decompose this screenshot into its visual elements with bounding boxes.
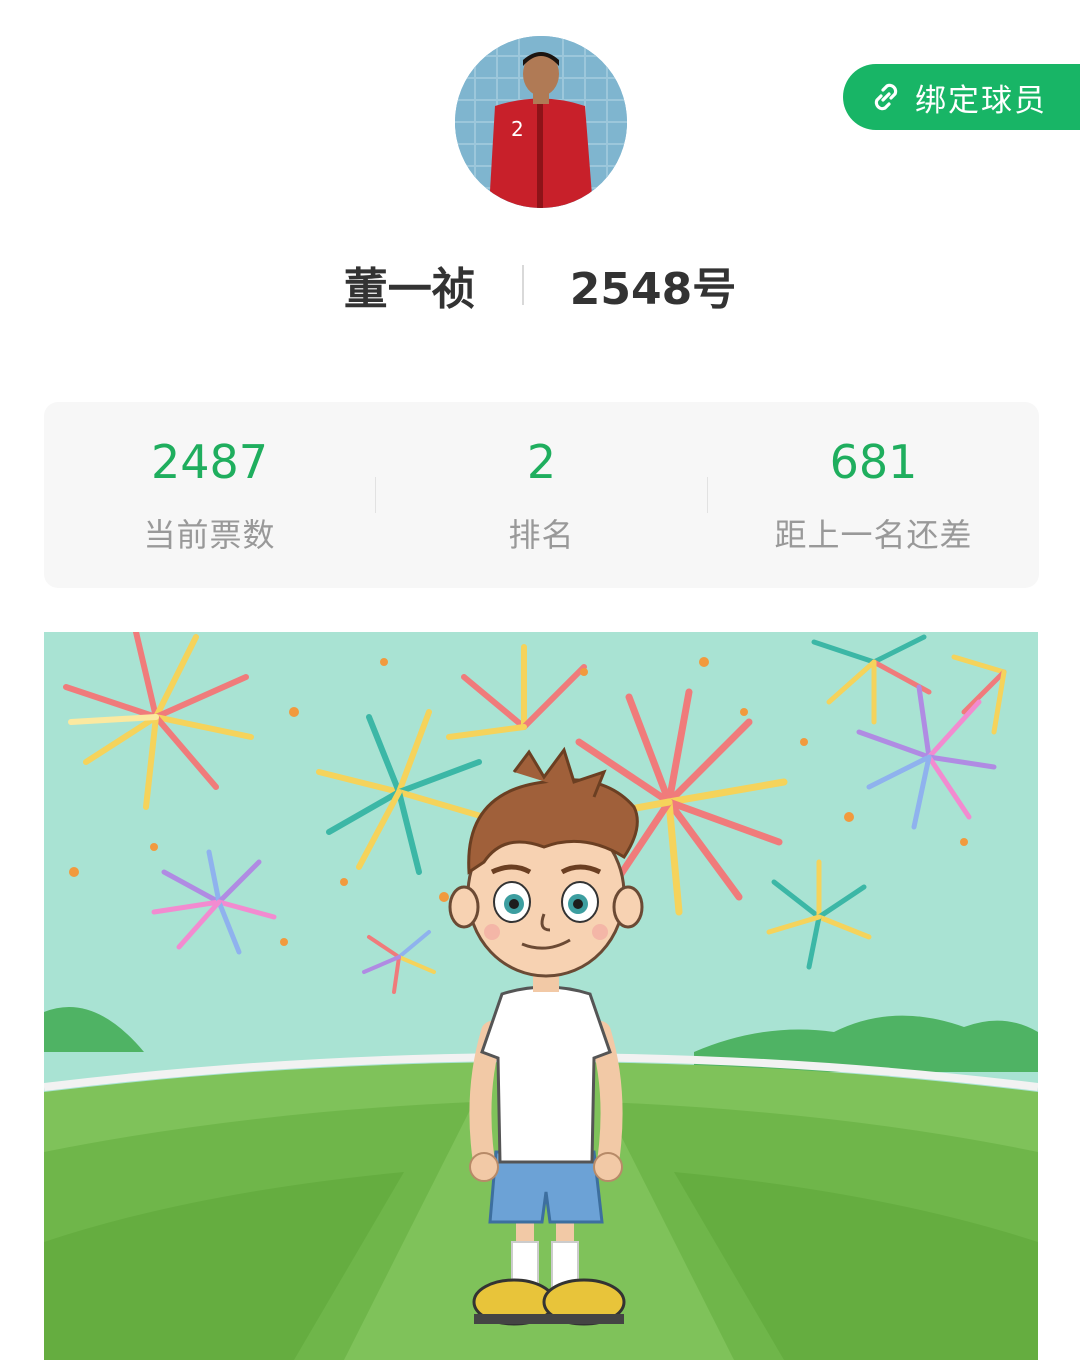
link-icon [874, 83, 898, 111]
stat-current-votes: 2487 当前票数 [44, 402, 375, 588]
player-avatar[interactable]: 2 [455, 36, 627, 208]
bind-player-button[interactable]: 绑定球员 [843, 64, 1080, 130]
stat-label: 排名 [508, 516, 575, 554]
stat-label: 当前票数 [143, 516, 276, 554]
stat-rank: 2 排名 [376, 402, 707, 588]
stat-label: 距上一名还差 [774, 516, 973, 554]
player-cartoon-illustration [44, 632, 1038, 1360]
player-name: 董一祯 [343, 264, 476, 315]
stat-gap-to-next: 681 距上一名还差 [708, 402, 1039, 588]
cartoon-boy-fireworks-icon [44, 632, 1038, 1360]
bind-player-label: 绑定球员 [915, 82, 1047, 119]
identity-divider [521, 265, 524, 305]
player-profile-page: 2 绑定球员 董一祯 2548号 2487 当前票数 2 排名 681 距上一名… [0, 0, 1080, 1368]
player-number: 2548号 [569, 264, 737, 315]
svg-text:2: 2 [511, 117, 524, 141]
stat-value: 2 [526, 435, 557, 489]
stat-value: 681 [829, 435, 918, 489]
vote-stats-card: 2487 当前票数 2 排名 681 距上一名还差 [44, 402, 1039, 588]
player-photo-icon: 2 [455, 36, 627, 208]
player-identity: 董一祯 2548号 [0, 252, 1080, 318]
stat-value: 2487 [150, 435, 269, 489]
